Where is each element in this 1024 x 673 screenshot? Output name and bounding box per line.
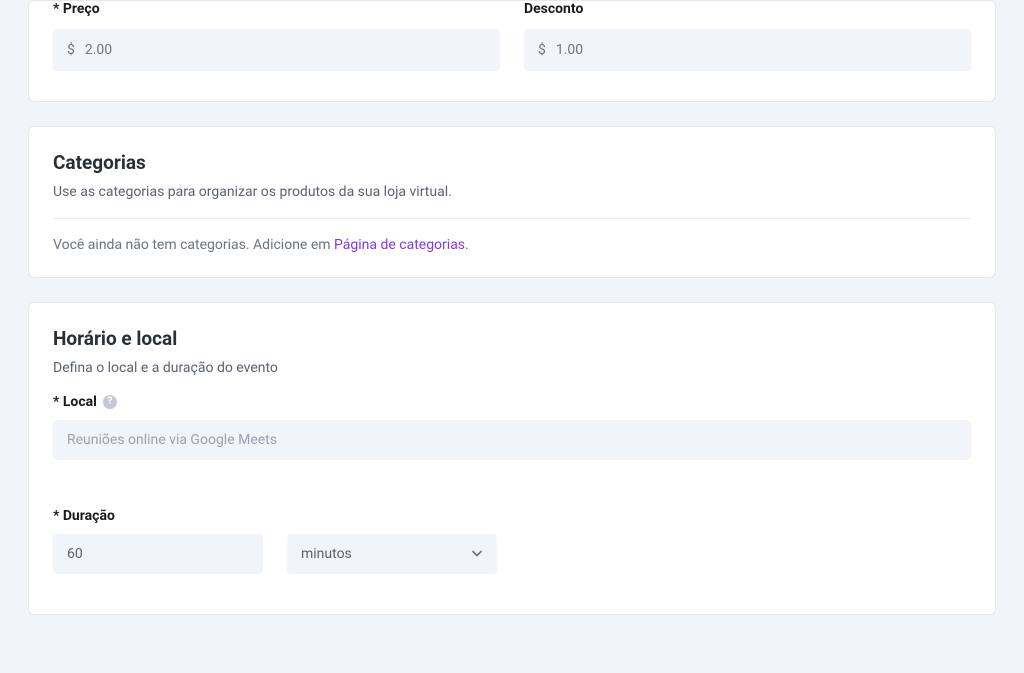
- duration-unit-select-wrap[interactable]: [287, 534, 497, 574]
- local-input[interactable]: [53, 420, 971, 460]
- schedule-card: Horário e local Defina o local e a duraç…: [28, 302, 996, 615]
- local-label: * Local ?: [53, 394, 971, 410]
- pricing-row: * Preço $ Desconto $: [53, 1, 971, 71]
- discount-label: Desconto: [524, 1, 971, 17]
- schedule-subtitle: Defina o local e a duração do evento: [53, 360, 971, 376]
- categories-empty-prefix: Você ainda não tem categorias. Adicione …: [53, 237, 334, 253]
- price-input-wrap[interactable]: $: [53, 29, 500, 71]
- schedule-title: Horário e local: [53, 327, 971, 350]
- discount-input-wrap[interactable]: $: [524, 29, 971, 71]
- duration-label: * Duração: [53, 508, 971, 524]
- discount-input[interactable]: [556, 42, 957, 58]
- categories-title: Categorias: [53, 151, 971, 174]
- categories-card: Categorias Use as categorias para organi…: [28, 126, 996, 278]
- categories-empty-text: Você ainda não tem categorias. Adicione …: [53, 237, 971, 253]
- price-label: * Preço: [53, 1, 500, 17]
- categories-subtitle: Use as categorias para organizar os prod…: [53, 184, 971, 200]
- discount-field-group: Desconto $: [524, 1, 971, 71]
- duration-unit-select[interactable]: [287, 534, 497, 574]
- price-field-group: * Preço $: [53, 1, 500, 71]
- divider: [53, 218, 971, 219]
- duration-value-input[interactable]: [53, 534, 263, 574]
- duration-row: [53, 534, 971, 574]
- categories-page-link[interactable]: Página de categorias: [334, 237, 465, 253]
- pricing-card: * Preço $ Desconto $: [28, 0, 996, 102]
- currency-prefix: $: [538, 42, 546, 58]
- price-input[interactable]: [85, 42, 486, 58]
- local-label-text: * Local: [53, 394, 97, 410]
- categories-empty-suffix: .: [465, 237, 469, 253]
- help-icon[interactable]: ?: [103, 395, 117, 409]
- currency-prefix: $: [67, 42, 75, 58]
